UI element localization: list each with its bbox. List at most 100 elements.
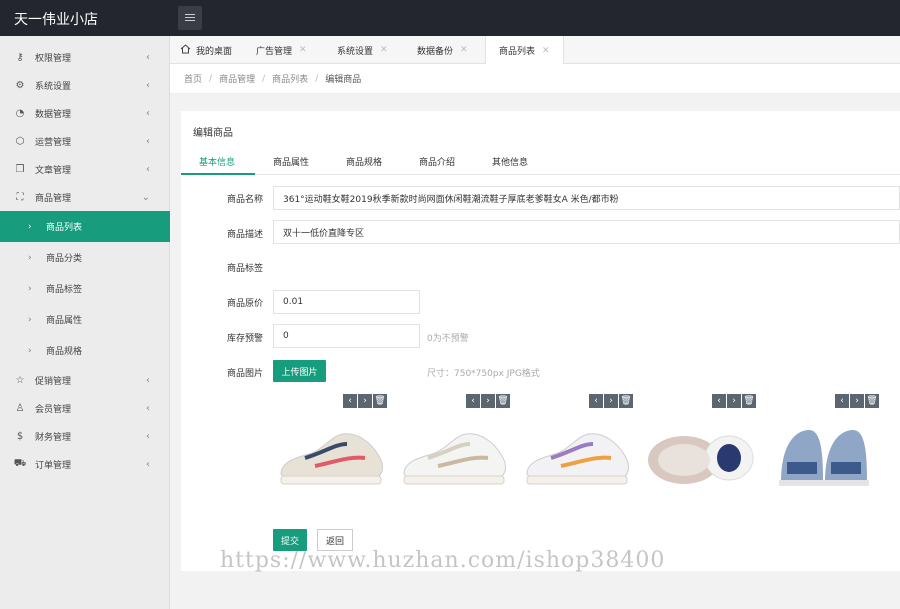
original-price-label: 商品原价 (226, 299, 263, 309)
watermark: https://www.huzhan.com/ishop38400 (220, 548, 666, 573)
sidebar-item-label: 促销管理 (35, 376, 72, 387)
move-right-button[interactable]: › (481, 394, 495, 408)
chevron-icon: ‹ (146, 430, 150, 442)
breadcrumb-separator: / (209, 73, 213, 84)
tab-product-specs[interactable]: 商品规格 (346, 155, 382, 168)
sidebar-item-label: 会员管理 (35, 404, 72, 415)
chevron-icon: ‹ (146, 135, 150, 147)
app-title: 天一伟业小店 (14, 12, 98, 28)
breadcrumb-separator: / (315, 73, 319, 84)
move-left-button[interactable]: ‹ (712, 394, 726, 408)
move-left-button[interactable]: ‹ (835, 394, 849, 408)
tab-label: 商品列表 (499, 47, 536, 57)
sidebar-item[interactable]: ☆ 促销管理 ‹ (0, 366, 170, 394)
product-name-input[interactable]: 361°运动鞋女鞋2019秋季新款时尚网面休闲鞋潮流鞋子厚底老爹鞋女A 米色/都… (273, 186, 900, 210)
chevron-icon: ⌄ (141, 191, 150, 203)
menu-icon-line (185, 17, 195, 18)
chevron-icon: ‹ (146, 79, 150, 91)
sidebar-subitem-label: 商品分类 (46, 254, 83, 264)
tab-system-settings[interactable]: 系统设置 ✕ (337, 36, 388, 64)
product-image[interactable]: ‹ › 🗑 (519, 394, 637, 504)
move-right-button[interactable]: › (850, 394, 864, 408)
top-bar: 天一伟业小店 (0, 0, 900, 36)
tab-product-intro[interactable]: 商品介绍 (419, 155, 455, 168)
chevron-icon: ‹ (146, 107, 150, 119)
sidebar-item[interactable]: ⛟ 订单管理 ‹ (0, 450, 170, 478)
sidebar-subitem[interactable]: › 商品列表 (0, 211, 170, 242)
product-image[interactable]: ‹ › 🗑 (273, 394, 391, 504)
tab-ad-management[interactable]: 广告管理 ✕ (256, 36, 307, 64)
sidebar-subitem[interactable]: › 商品属性 (0, 304, 170, 335)
tab-label: 我的桌面 (196, 46, 233, 57)
original-price-input[interactable]: 0.01 (273, 290, 420, 314)
close-icon[interactable]: ✕ (380, 45, 388, 55)
hexagon-icon: ⬡ (15, 135, 25, 147)
bag-icon: ⛶ (16, 191, 24, 203)
tab-product-attributes[interactable]: 商品属性 (273, 155, 309, 168)
chevron-icon: ‹ (146, 51, 150, 63)
sneaker-image (526, 433, 629, 485)
close-icon[interactable]: ✕ (542, 46, 550, 56)
stock-warning-input[interactable]: 0 (273, 324, 420, 348)
sidebar-item[interactable]: ❒ 文章管理 ‹ (0, 155, 170, 183)
product-image[interactable]: ‹ › 🗑 (642, 394, 760, 504)
move-right-button[interactable]: › (604, 394, 618, 408)
product-image[interactable]: ‹ › 🗑 (765, 394, 883, 504)
sidebar-item[interactable]: $ 财务管理 ‹ (0, 422, 170, 450)
stock-warning-hint: 0为不预警 (427, 334, 469, 344)
tab-product-list[interactable]: 商品列表 ✕ (485, 36, 564, 65)
dollar-icon: $ (16, 430, 24, 442)
tab-data-backup[interactable]: 数据备份 ✕ (417, 36, 468, 64)
breadcrumb-edit-product: 编辑商品 (325, 75, 362, 85)
tab-my-desktop[interactable]: 我的桌面 (180, 36, 232, 64)
home-icon (180, 43, 191, 57)
sidebar-item[interactable]: ⬡ 运营管理 ‹ (0, 127, 170, 155)
tab-other-info[interactable]: 其他信息 (492, 155, 528, 168)
product-name-label: 商品名称 (226, 195, 263, 205)
sidebar-item[interactable]: ♙ 会员管理 ‹ (0, 394, 170, 422)
move-right-button[interactable]: › (727, 394, 741, 408)
sidebar-subitem[interactable]: › 商品分类 (0, 242, 170, 273)
sidebar-item-label: 数据管理 (35, 109, 72, 120)
sidebar-item-label: 系统设置 (35, 81, 72, 92)
chevron-icon: ‹ (146, 458, 150, 470)
product-image[interactable]: ‹ › 🗑 (396, 394, 514, 504)
close-icon[interactable]: ✕ (460, 45, 468, 55)
tab-label: 广告管理 (256, 46, 293, 57)
tab-strip: 我的桌面 广告管理 ✕ 系统设置 ✕ 数据备份 ✕ 商品列表 ✕ (170, 36, 900, 65)
book-icon: ❒ (15, 163, 25, 175)
sidebar-item[interactable]: ◔ 数据管理 ‹ (0, 99, 170, 127)
close-icon[interactable]: ✕ (299, 45, 307, 55)
delete-image-button[interactable]: 🗑 (619, 394, 633, 408)
sidebar-subitem[interactable]: › 商品标签 (0, 273, 170, 304)
data-icon: ◔ (15, 107, 25, 119)
move-left-button[interactable]: ‹ (466, 394, 480, 408)
image-size-hint: 尺寸：750*750px JPG格式 (427, 369, 540, 379)
tab-basic-info[interactable]: 基本信息 (199, 155, 235, 168)
chevron-right-icon: › (28, 283, 32, 294)
move-left-button[interactable]: ‹ (589, 394, 603, 408)
menu-icon-line (185, 14, 195, 15)
chevron-right-icon: › (28, 252, 32, 263)
form-tab-bar: 基本信息 商品属性 商品规格 商品介绍 其他信息 (181, 147, 900, 175)
sidebar-subitem[interactable]: › 商品规格 (0, 335, 170, 366)
upload-image-button[interactable]: 上传图片 (273, 360, 326, 382)
delete-image-button[interactable]: 🗑 (373, 394, 387, 408)
sidebar-item[interactable]: ⚷ 权限管理 ‹ (0, 43, 170, 71)
breadcrumb-product-management[interactable]: 商品管理 (219, 72, 255, 85)
sneaker-image (280, 433, 383, 485)
breadcrumb-product-list[interactable]: 商品列表 (272, 72, 308, 85)
product-desc-input[interactable]: 双十一低价直降专区 (273, 220, 900, 244)
breadcrumb-home[interactable]: 首页 (184, 72, 202, 85)
sidebar-subitem-label: 商品规格 (46, 347, 83, 357)
product-image-label: 商品图片 (226, 369, 263, 379)
delete-image-button[interactable]: 🗑 (865, 394, 879, 408)
delete-image-button[interactable]: 🗑 (742, 394, 756, 408)
sidebar-item[interactable]: ⛶ 商品管理 ⌄ (0, 183, 170, 211)
move-right-button[interactable]: › (358, 394, 372, 408)
delete-image-button[interactable]: 🗑 (496, 394, 510, 408)
menu-toggle-button[interactable] (178, 6, 202, 30)
key-icon: ⚷ (16, 51, 24, 63)
sidebar-item[interactable]: ⚙ 系统设置 ‹ (0, 71, 170, 99)
move-left-button[interactable]: ‹ (343, 394, 357, 408)
